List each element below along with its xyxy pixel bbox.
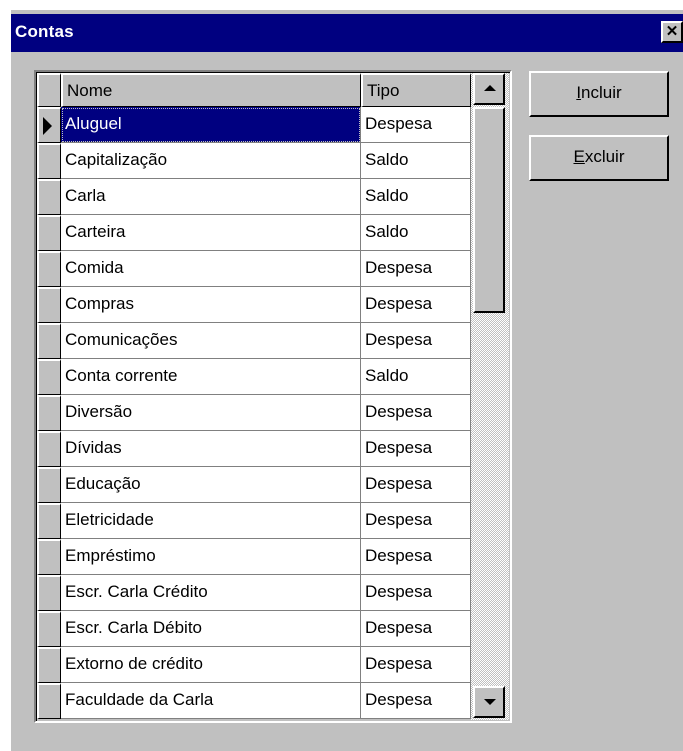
cell-tipo[interactable]: Despesa xyxy=(361,395,471,431)
table-row[interactable]: Carteira Saldo xyxy=(37,215,471,251)
cell-nome[interactable]: Faculdade da Carla xyxy=(61,683,361,719)
cell-nome[interactable]: Compras xyxy=(61,287,361,323)
column-header-nome[interactable]: Nome xyxy=(61,73,361,107)
cell-tipo[interactable]: Saldo xyxy=(361,359,471,395)
contas-dialog: Contas ✕ Nome Tipo Aluguel Despesa Capital… xyxy=(11,10,683,751)
cell-tipo[interactable]: Despesa xyxy=(361,647,471,683)
cell-tipo[interactable]: Despesa xyxy=(361,503,471,539)
scroll-up-button[interactable] xyxy=(473,73,505,105)
close-button[interactable]: ✕ xyxy=(661,21,683,43)
table-row[interactable]: Comunicações Despesa xyxy=(37,323,471,359)
row-indicator[interactable] xyxy=(37,287,61,323)
cell-tipo[interactable]: Despesa xyxy=(361,107,471,143)
table-row[interactable]: Educação Despesa xyxy=(37,467,471,503)
header-indicator-corner xyxy=(37,73,61,107)
row-indicator[interactable] xyxy=(37,503,61,539)
cell-nome[interactable]: Diversão xyxy=(61,395,361,431)
row-indicator[interactable] xyxy=(37,647,61,683)
close-icon: ✕ xyxy=(665,23,679,40)
cell-tipo[interactable]: Despesa xyxy=(361,611,471,647)
table-row[interactable]: Comida Despesa xyxy=(37,251,471,287)
row-indicator[interactable] xyxy=(37,107,61,143)
cell-nome[interactable]: Escr. Carla Débito xyxy=(61,611,361,647)
cell-tipo[interactable]: Despesa xyxy=(361,467,471,503)
table-row[interactable]: Empréstimo Despesa xyxy=(37,539,471,575)
vertical-scrollbar[interactable] xyxy=(471,73,509,720)
cell-tipo[interactable]: Saldo xyxy=(361,179,471,215)
cell-nome[interactable]: Escr. Carla Crédito xyxy=(61,575,361,611)
incluir-button[interactable]: Incluir xyxy=(529,71,669,117)
grid-header: Nome Tipo xyxy=(37,73,471,107)
grid-body: Nome Tipo Aluguel Despesa Capitalização Sal… xyxy=(36,72,510,721)
incluir-label: ncluir xyxy=(581,83,622,102)
cell-tipo[interactable]: Despesa xyxy=(361,431,471,467)
table-row[interactable]: Extorno de crédito Despesa xyxy=(37,647,471,683)
cell-nome[interactable]: Extorno de crédito xyxy=(61,647,361,683)
row-indicator[interactable] xyxy=(37,539,61,575)
cell-nome[interactable]: Carteira xyxy=(61,215,361,251)
table-row[interactable]: Capitalização Saldo xyxy=(37,143,471,179)
row-indicator[interactable] xyxy=(37,431,61,467)
cell-nome[interactable]: Empréstimo xyxy=(61,539,361,575)
row-indicator[interactable] xyxy=(37,467,61,503)
row-indicator[interactable] xyxy=(37,395,61,431)
cell-nome[interactable]: Comida xyxy=(61,251,361,287)
arrow-up-icon xyxy=(484,85,496,91)
table-row[interactable]: Compras Despesa xyxy=(37,287,471,323)
cell-nome[interactable]: Eletricidade xyxy=(61,503,361,539)
column-header-tipo[interactable]: Tipo xyxy=(361,73,471,107)
cell-tipo[interactable]: Saldo xyxy=(361,143,471,179)
cell-nome[interactable]: Comunicações xyxy=(61,323,361,359)
row-indicator[interactable] xyxy=(37,359,61,395)
table-row[interactable]: Aluguel Despesa xyxy=(37,107,471,143)
cell-nome[interactable]: Conta corrente xyxy=(61,359,361,395)
row-indicator[interactable] xyxy=(37,143,61,179)
current-row-arrow-icon xyxy=(43,117,52,135)
title-bar[interactable]: Contas ✕ xyxy=(11,14,683,52)
cell-tipo[interactable]: Saldo xyxy=(361,215,471,251)
window-title: Contas xyxy=(15,22,74,41)
cell-nome[interactable]: Aluguel xyxy=(61,107,361,143)
row-indicator[interactable] xyxy=(37,179,61,215)
table-row[interactable]: Escr. Carla Crédito Despesa xyxy=(37,575,471,611)
scroll-thumb[interactable] xyxy=(473,107,505,313)
row-indicator[interactable] xyxy=(37,251,61,287)
row-indicator[interactable] xyxy=(37,611,61,647)
row-indicator[interactable] xyxy=(37,575,61,611)
cell-nome[interactable]: Carla xyxy=(61,179,361,215)
arrow-down-icon xyxy=(484,699,496,705)
cell-nome[interactable]: Dívidas xyxy=(61,431,361,467)
table-row[interactable]: Eletricidade Despesa xyxy=(37,503,471,539)
cell-tipo[interactable]: Despesa xyxy=(361,251,471,287)
cell-tipo[interactable]: Despesa xyxy=(361,683,471,719)
cell-nome[interactable]: Capitalização xyxy=(61,143,361,179)
cell-tipo[interactable]: Despesa xyxy=(361,323,471,359)
cell-tipo[interactable]: Despesa xyxy=(361,539,471,575)
excluir-mnemonic: E xyxy=(573,147,585,166)
table-row[interactable]: Escr. Carla Débito Despesa xyxy=(37,611,471,647)
excluir-label: xcluir xyxy=(584,147,625,166)
table-row[interactable]: Diversão Despesa xyxy=(37,395,471,431)
cell-tipo[interactable]: Despesa xyxy=(361,575,471,611)
excluir-button[interactable]: Excluir xyxy=(529,135,669,181)
row-indicator[interactable] xyxy=(37,215,61,251)
row-indicator[interactable] xyxy=(37,323,61,359)
row-indicator[interactable] xyxy=(37,683,61,719)
table-row[interactable]: Conta corrente Saldo xyxy=(37,359,471,395)
table-row[interactable]: Faculdade da Carla Despesa xyxy=(37,683,471,719)
cell-nome[interactable]: Educação xyxy=(61,467,361,503)
accounts-grid[interactable]: Nome Tipo Aluguel Despesa Capitalização Sal… xyxy=(34,70,512,723)
table-row[interactable]: Carla Saldo xyxy=(37,179,471,215)
cell-tipo[interactable]: Despesa xyxy=(361,287,471,323)
scroll-down-button[interactable] xyxy=(473,686,505,718)
table-row[interactable]: Dívidas Despesa xyxy=(37,431,471,467)
